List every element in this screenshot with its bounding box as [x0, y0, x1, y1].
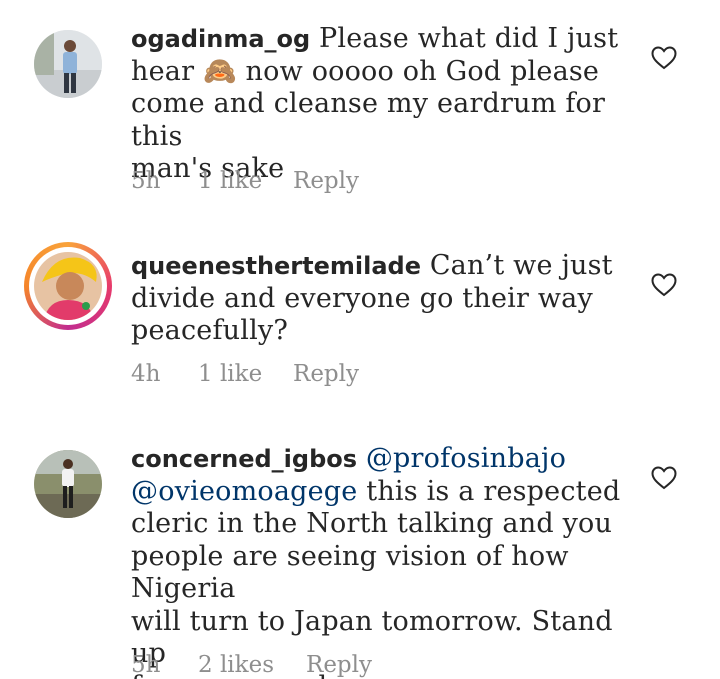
- username[interactable]: ogadinma_og: [131, 25, 310, 53]
- mention-link[interactable]: @ovieomoagege: [131, 476, 357, 507]
- timestamp: 5h: [131, 168, 161, 194]
- comment-text: queenesthertemilade Can’t we just divide…: [131, 250, 613, 346]
- reply-button[interactable]: Reply: [293, 361, 359, 387]
- avatar[interactable]: [34, 450, 102, 518]
- woman-with-gele-avatar-icon: [34, 252, 102, 320]
- mention-link[interactable]: @profosinbajo: [366, 443, 566, 474]
- timestamp: 5h: [131, 652, 161, 678]
- reply-button[interactable]: Reply: [293, 168, 359, 194]
- comment-text: concerned_igbos @profosinbajo @ovieomoag…: [131, 443, 621, 679]
- comment-meta: 4h 1 like Reply: [131, 361, 359, 387]
- avatar[interactable]: [24, 242, 112, 330]
- heart-icon[interactable]: [651, 466, 677, 490]
- likes-count[interactable]: 2 likes: [198, 652, 306, 678]
- username[interactable]: concerned_igbos: [131, 445, 357, 473]
- heart-icon[interactable]: [651, 273, 677, 297]
- comment-meta: 5h 2 likes Reply: [131, 652, 372, 678]
- timestamp: 4h: [131, 361, 161, 387]
- person-outdoors-avatar-icon: [34, 450, 102, 518]
- heart-icon[interactable]: [651, 46, 677, 70]
- comment-text: ogadinma_og Please what did I just hear …: [131, 23, 619, 184]
- comment-meta: 5h 1 like Reply: [131, 168, 359, 194]
- username[interactable]: queenesthertemilade: [131, 252, 421, 280]
- person-standing-avatar-icon: [34, 30, 102, 98]
- likes-count[interactable]: 1 like: [198, 361, 293, 387]
- likes-count[interactable]: 1 like: [198, 168, 293, 194]
- reply-button[interactable]: Reply: [306, 652, 372, 678]
- avatar[interactable]: [34, 30, 102, 98]
